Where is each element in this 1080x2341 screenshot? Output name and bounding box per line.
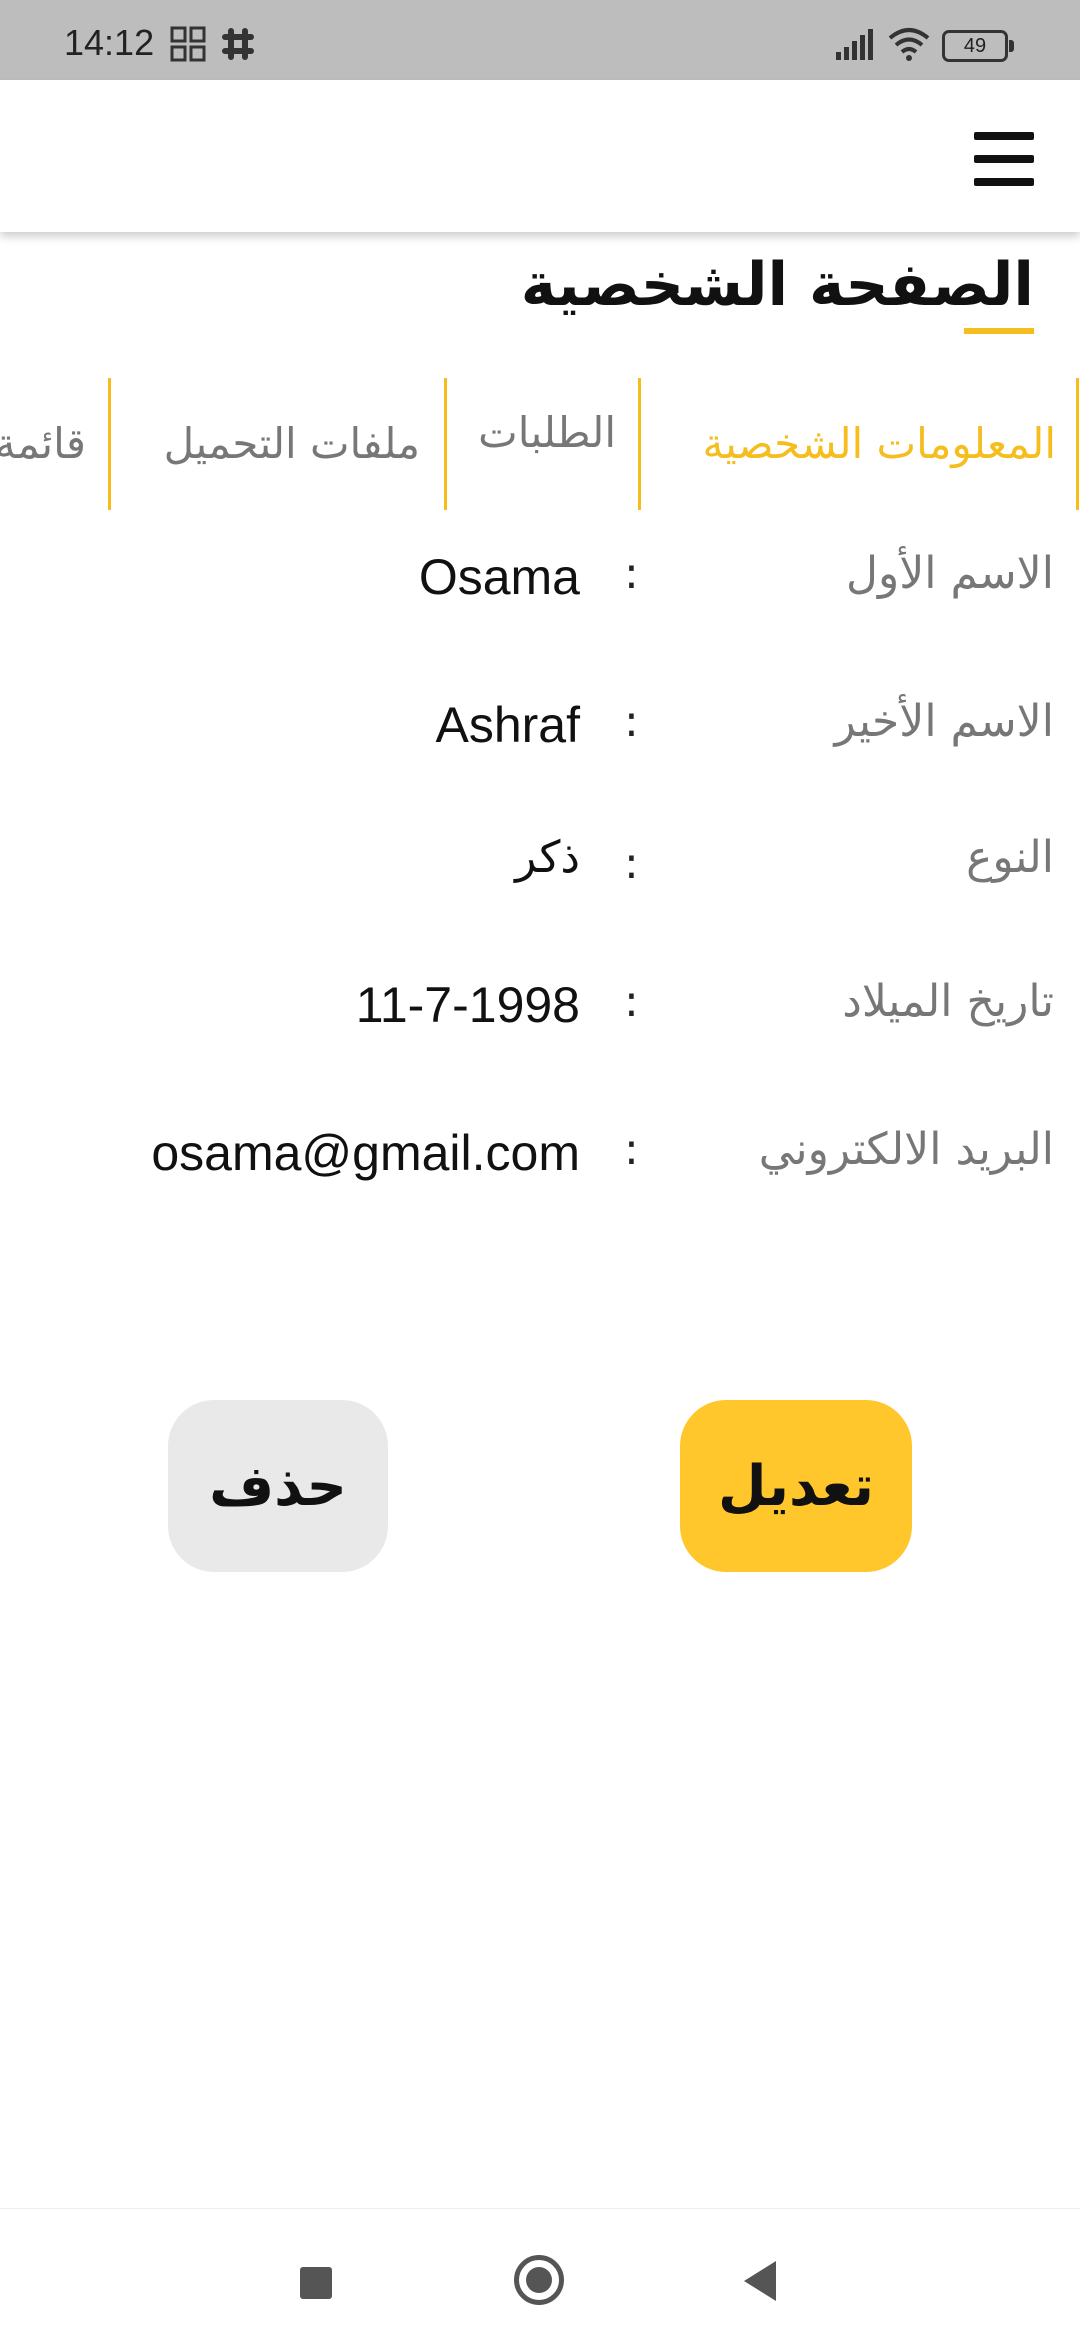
gender-label: النوع xyxy=(966,832,1054,883)
separator: : xyxy=(624,1124,639,1175)
birth-date-row: تاريخ الميلاد : 11-7-1998 xyxy=(0,976,1080,1056)
birth-date-label: تاريخ الميلاد xyxy=(842,976,1054,1027)
back-icon[interactable] xyxy=(744,2261,776,2301)
tab-divider xyxy=(444,378,447,510)
birth-date-value: 11-7-1998 xyxy=(355,977,580,1033)
first-name-value: Osama xyxy=(418,549,580,605)
gender-row: النوع : ذكر xyxy=(0,832,1080,912)
email-label: البريد الالكتروني xyxy=(758,1124,1054,1175)
recent-apps-icon[interactable] xyxy=(300,2267,332,2299)
first-name-label: الاسم الأول xyxy=(846,548,1054,599)
last-name-value: Ashraf xyxy=(435,697,580,753)
first-name-row: الاسم الأول : Osama xyxy=(0,548,1080,628)
separator: : xyxy=(624,838,639,889)
profile-tabs: المعلومات الشخصية الطلبات ملفات التحميل … xyxy=(0,378,1080,510)
edit-button[interactable]: تعديل xyxy=(680,1400,912,1572)
grid-app-icon xyxy=(170,26,206,62)
page-title: الصفحة الشخصية xyxy=(520,250,1034,320)
tab-list[interactable]: قائمة xyxy=(0,378,86,510)
delete-button[interactable]: حذف xyxy=(168,1400,388,1572)
separator: : xyxy=(624,548,639,599)
status-bar: 14:12 49 xyxy=(0,0,1080,80)
email-row: البريد الالكتروني : osama@gmail.com xyxy=(0,1124,1080,1204)
tab-downloads[interactable]: ملفات التحميل xyxy=(164,378,420,510)
tab-divider xyxy=(108,378,111,510)
tab-divider xyxy=(638,378,641,510)
battery-icon: 49 xyxy=(942,30,1014,62)
system-nav-bar xyxy=(0,2208,1080,2341)
tab-personal-info[interactable]: المعلومات الشخصية xyxy=(703,378,1056,510)
wifi-icon xyxy=(888,28,930,61)
signal-icon xyxy=(836,29,873,60)
slack-icon xyxy=(222,28,254,60)
gender-value: ذكر xyxy=(515,832,580,883)
app-bar xyxy=(0,80,1080,232)
last-name-row: الاسم الأخير : Ashraf xyxy=(0,696,1080,776)
home-icon[interactable] xyxy=(514,2255,564,2305)
last-name-label: الاسم الأخير xyxy=(834,696,1054,747)
tab-orders[interactable]: الطلبات xyxy=(478,378,616,510)
separator: : xyxy=(624,976,639,1027)
email-value: osama@gmail.com xyxy=(151,1125,580,1181)
tab-divider xyxy=(1076,378,1079,510)
hamburger-menu-icon[interactable] xyxy=(974,132,1034,186)
title-underline xyxy=(964,328,1034,334)
status-time: 14:12 xyxy=(64,22,155,63)
separator: : xyxy=(624,696,639,747)
